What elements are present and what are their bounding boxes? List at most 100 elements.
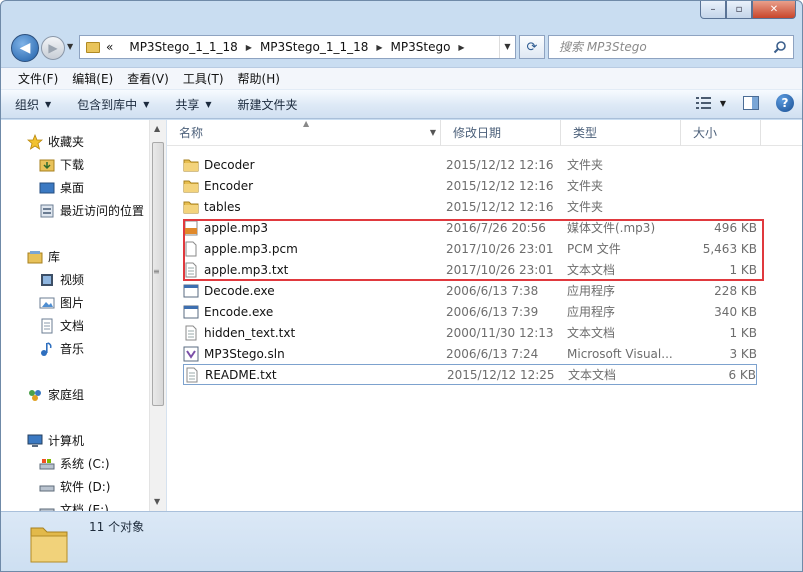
command-bar: 组织 ▼ 包含到库中 ▼ 共享 ▼ 新建文件夹 ▼ ? [1,89,802,119]
scroll-up-icon[interactable]: ▲ [154,124,160,133]
search-icon[interactable] [773,40,787,54]
folder-icon [86,41,100,53]
breadcrumb-item[interactable]: MP3Stego_1_1_18 [129,40,237,54]
organize-button[interactable]: 组织 ▼ [15,96,51,113]
nav-pictures[interactable]: 图片 [39,294,84,311]
nav-music[interactable]: 音乐 [39,340,84,357]
nav-desktop[interactable]: 桌面 [39,179,84,196]
file-name: apple.mp3 [204,220,269,235]
nav-scrollbar[interactable]: ▲ ≡ ▼ [149,120,166,511]
menu-file[interactable]: 文件(F) [11,70,65,87]
downloads-folder-icon [39,157,55,173]
column-name[interactable]: ▲ 名称 ▼ [167,119,441,146]
help-button[interactable]: ? [776,94,794,112]
file-date: 2006/6/13 7:38 [446,283,539,298]
file-name: tables [204,199,241,214]
arrow-left-icon: ◀ [19,40,31,56]
breadcrumb-item[interactable]: MP3Stego_1_1_18 [260,40,368,54]
file-date: 2016/7/26 20:56 [446,220,546,235]
file-name-cell: Encode.exe [183,304,423,320]
file-size: 340 KB [714,304,757,319]
drive-icon [39,479,55,495]
item-count: 11 个对象 [89,520,145,534]
maximize-button[interactable]: ▫ [726,1,752,19]
nav-videos[interactable]: 视频 [39,271,84,288]
column-size[interactable]: 大小 [681,120,761,146]
recent-pages-dropdown[interactable]: ▼ [67,42,73,51]
file-name-cell: apple.mp3 [183,220,423,236]
column-filter-dropdown[interactable]: ▼ [430,120,436,146]
file-row[interactable]: apple.mp3.txt 2017/10/26 23:01 文本文档 1 KB [183,259,757,280]
file-row[interactable]: Decode.exe 2006/6/13 7:38 应用程序 228 KB [183,280,757,301]
file-row[interactable]: Encoder 2015/12/12 12:16 文件夹 [183,175,757,196]
exe-icon [183,283,199,299]
file-row[interactable]: apple.mp3 2016/7/26 20:56 媒体文件(.mp3) 496 KB [183,217,757,238]
file-date: 2015/12/12 12:16 [446,157,554,172]
breadcrumb-item[interactable]: MP3Stego [391,40,451,54]
search-input[interactable] [559,40,759,54]
menu-tools[interactable]: 工具(T) [176,70,231,87]
breadcrumb-overflow[interactable]: « [106,40,113,54]
column-type[interactable]: 类型 [561,120,681,146]
menu-edit[interactable]: 编辑(E) [65,70,120,87]
file-row[interactable]: Encode.exe 2006/6/13 7:39 应用程序 340 KB [183,301,757,322]
file-row[interactable]: Decoder 2015/12/12 12:16 文件夹 [183,154,757,175]
breadcrumb-chevron-icon[interactable]: ▶ [376,43,382,52]
preview-pane-button[interactable] [742,94,760,112]
file-type: 应用程序 [567,284,616,298]
file-date: 2000/11/30 12:13 [446,325,554,340]
file-name: apple.mp3.pcm [204,241,298,256]
nav-drive-c[interactable]: 系统 (C:) [39,455,110,472]
file-type: 文本文档 [568,368,617,382]
file-name-cell: MP3Stego.sln [183,346,423,362]
file-name-cell: Encoder [183,178,423,194]
file-row[interactable]: apple.mp3.pcm 2017/10/26 23:01 PCM 文件 5,463… [183,238,757,259]
breadcrumb-chevron-icon[interactable]: ▶ [458,43,464,52]
close-button[interactable]: ✕ [752,1,796,19]
text-file-icon [184,367,200,383]
file-type: 文件夹 [567,158,604,172]
file-size: 6 KB [728,367,756,382]
folder-icon [183,199,199,215]
new-folder-button[interactable]: 新建文件夹 [238,96,298,113]
file-name: MP3Stego.sln [204,346,285,361]
view-options-button[interactable] [694,94,714,112]
file-type: 文本文档 [567,326,616,340]
minimize-icon: – [710,4,716,15]
view-dropdown[interactable]: ▼ [720,99,726,108]
breadcrumb-chevron-icon[interactable]: ▶ [246,43,252,52]
nav-drive-e[interactable]: 文档 (E:) [39,501,109,511]
menu-view[interactable]: 查看(V) [120,70,176,87]
scroll-down-icon[interactable]: ▼ [154,497,160,506]
refresh-button[interactable]: ⟳ [519,35,545,59]
arrow-right-icon: ▶ [48,41,58,55]
chevron-down-icon: ▼ [143,99,150,109]
file-row[interactable]: hidden_text.txt 2000/11/30 12:13 文本文档 1 KB [183,322,757,343]
nav-favorites[interactable]: 收藏夹 [27,133,84,150]
forward-button[interactable]: ▶ [41,36,65,60]
nav-drive-d[interactable]: 软件 (D:) [39,478,110,495]
folder-icon [183,178,199,194]
nav-homegroup[interactable]: 家庭组 [27,386,84,403]
share-button[interactable]: 共享 ▼ [175,96,211,113]
address-dropdown[interactable]: ▼ [499,36,515,58]
file-name-cell: apple.mp3.txt [183,262,423,278]
column-date[interactable]: 修改日期 [441,120,561,146]
include-in-library-button[interactable]: 包含到库中 ▼ [77,96,149,113]
menu-help[interactable]: 帮助(H) [231,70,287,87]
file-size: 496 KB [714,220,757,235]
minimize-button[interactable]: – [700,1,726,19]
file-row[interactable]: MP3Stego.sln 2006/6/13 7:24 Microsoft Visu… [183,343,757,364]
nav-computer[interactable]: 计算机 [27,432,84,449]
nav-recent-places[interactable]: 最近访问的位置 [39,202,144,219]
file-row[interactable]: tables 2015/12/12 12:16 文件夹 [183,196,757,217]
file-name-cell: Decoder [183,157,423,173]
file-name: Encoder [204,178,254,193]
drive-icon [39,502,55,511]
back-button[interactable]: ◀ [11,34,39,62]
nav-libraries[interactable]: 库 [27,248,60,265]
nav-documents[interactable]: 文档 [39,317,84,334]
file-row[interactable]: README.txt 2015/12/12 12:25 文本文档 6 KB [183,364,757,385]
nav-downloads[interactable]: 下载 [39,156,84,173]
address-bar[interactable]: « MP3Stego_1_1_18 ▶ MP3Stego_1_1_18 ▶ MP… [79,35,516,59]
